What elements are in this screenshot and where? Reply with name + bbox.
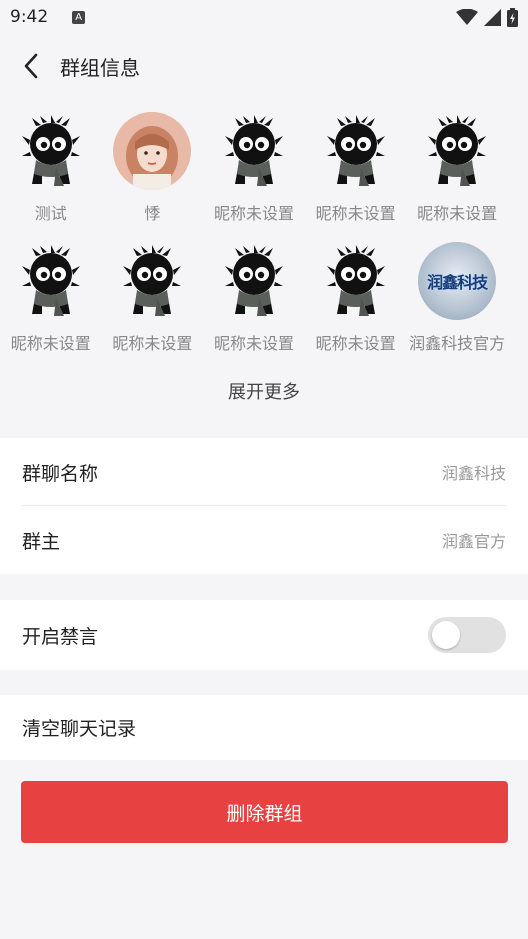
avatar-image [326,115,385,186]
avatar-image [428,115,487,186]
mute-card: 开启禁言 [0,600,528,670]
member-name: 昵称未设置 [10,334,91,353]
member-item[interactable]: 昵称未设置 [203,242,305,354]
avatar-image [326,245,385,316]
avatar-image [224,115,283,186]
member-name: 昵称未设置 [112,334,193,353]
avatar: 润鑫科技 [418,242,497,320]
group-name-label: 群聊名称 [22,462,99,485]
member-item[interactable]: 昵称未设置 [305,242,407,354]
group-owner-label: 群主 [22,530,61,553]
member-item[interactable]: 昵称未设置 [0,242,102,354]
delete-group-button[interactable]: 删除群组 [21,781,508,843]
member-item[interactable]: 昵称未设置 [305,112,407,224]
member-name: 测试 [34,204,67,223]
member-item[interactable]: 昵称未设置 [102,242,204,354]
mute-toggle[interactable] [428,617,506,653]
member-item[interactable]: 测试 [0,112,102,224]
member-item[interactable]: 悸 [102,112,204,224]
mute-label: 开启禁言 [22,625,99,648]
clear-history-card: 清空聊天记录 [0,695,528,760]
status-left: 9:42 A [10,7,86,27]
member-name: 昵称未设置 [417,204,498,223]
clear-history-row[interactable]: 清空聊天记录 [0,695,528,760]
avatar [12,112,90,190]
member-section: 测试 悸 昵称未设置 昵称未设置 昵称未设置 昵称未设置 昵称未设置 昵称未设置… [0,112,528,354]
back-button[interactable] [6,34,56,98]
avatar-image [113,112,192,190]
member-name: 昵称未设置 [213,204,294,223]
group-info-card: 群聊名称 润鑫科技 群主 润鑫官方 [0,438,528,574]
status-time: 9:42 [10,7,49,27]
avatar [12,242,90,320]
group-name-row[interactable]: 群聊名称 润鑫科技 [0,438,528,506]
avatar [215,112,293,190]
member-item[interactable]: 昵称未设置 [203,112,305,224]
avatar-image [21,115,80,186]
clear-history-label: 清空聊天记录 [22,718,137,740]
member-name: 悸 [144,204,161,223]
avatar-image [21,245,80,316]
toggle-knob [432,621,460,649]
member-name: 润鑫科技官方 [409,334,506,353]
page-title: 群组信息 [60,55,140,80]
group-owner-row[interactable]: 群主 润鑫官方 [0,506,528,574]
avatar [113,112,192,190]
avatar-image [123,245,182,316]
group-name-value: 润鑫科技 [441,464,506,483]
expand-more-link[interactable]: 展开更多 [0,378,528,404]
avatar [418,112,496,190]
avatar [113,242,191,320]
mute-row: 开启禁言 [0,600,528,670]
chevron-left-icon [24,53,38,79]
member-item[interactable]: 昵称未设置 [406,112,508,224]
avatar [317,242,395,320]
member-name: 昵称未设置 [315,334,396,353]
status-bar: 9:42 A [0,0,528,34]
avatar-image [224,245,283,316]
wifi-icon [456,9,478,25]
status-right [456,7,518,27]
battery-icon [507,7,518,27]
logo-text: 润鑫科技 [427,273,488,292]
member-name: 昵称未设置 [315,204,396,223]
member-item[interactable]: 润鑫科技润鑫科技官方 [406,242,508,354]
group-owner-value: 润鑫官方 [441,532,506,551]
avatar [317,112,395,190]
cell-signal-icon [484,8,501,26]
member-name: 昵称未设置 [213,334,294,353]
notification-a-icon: A [72,10,86,24]
app-bar: 群组信息 [0,34,528,98]
avatar [215,242,293,320]
member-grid: 测试 悸 昵称未设置 昵称未设置 昵称未设置 昵称未设置 昵称未设置 昵称未设置… [0,112,528,354]
